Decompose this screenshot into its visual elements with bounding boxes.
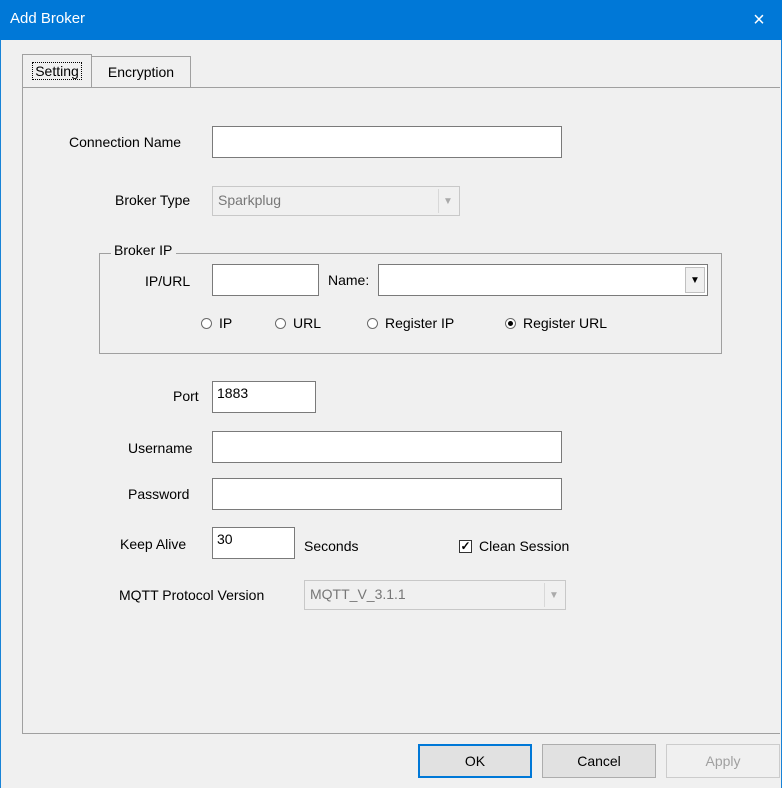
- port-field[interactable]: 1883: [212, 381, 316, 413]
- radio-register-ip[interactable]: Register IP: [367, 315, 454, 331]
- broker-name-select[interactable]: ▼: [378, 264, 708, 296]
- broker-type-value: Sparkplug: [218, 192, 282, 208]
- radio-url-label: URL: [293, 315, 322, 331]
- broker-ip-group-title: Broker IP: [111, 242, 177, 258]
- connection-name-label: Connection Name: [69, 134, 182, 150]
- radio-url[interactable]: URL: [275, 315, 321, 331]
- ip-url-field[interactable]: [212, 264, 319, 296]
- tab-encryption-label: Encryption: [107, 64, 175, 80]
- broker-type-label: Broker Type: [115, 192, 191, 208]
- keep-alive-field[interactable]: 30: [212, 527, 295, 559]
- radio-register-url-circle[interactable]: [505, 317, 516, 329]
- radio-register-url-label: Register URL: [523, 315, 608, 331]
- radio-register-ip-circle[interactable]: [367, 317, 378, 329]
- radio-register-url[interactable]: Register URL: [505, 315, 607, 331]
- clean-session-checkbox[interactable]: ✓ Clean Session: [459, 538, 569, 554]
- chevron-down-icon: ▼: [544, 583, 563, 607]
- radio-ip-circle[interactable]: [201, 317, 212, 329]
- close-icon[interactable]: ×: [736, 0, 782, 40]
- mqtt-version-select: MQTT_V_3.1.1 ▼: [304, 580, 566, 610]
- checkmark-icon[interactable]: ✓: [459, 539, 472, 553]
- port-label: Port: [173, 388, 199, 404]
- radio-ip-label: IP: [219, 315, 233, 331]
- tab-encryption[interactable]: Encryption: [91, 56, 191, 87]
- username-field[interactable]: [212, 431, 562, 463]
- name-label: Name:: [328, 272, 370, 288]
- password-field[interactable]: [212, 478, 562, 510]
- connection-name-field[interactable]: [212, 126, 562, 158]
- mqtt-version-label: MQTT Protocol Version: [119, 587, 265, 603]
- password-label: Password: [128, 486, 190, 502]
- radio-ip[interactable]: IP: [201, 315, 232, 331]
- chevron-down-icon: ▼: [438, 189, 457, 213]
- radio-register-ip-label: Register IP: [385, 315, 455, 331]
- window-title: Add Broker: [10, 10, 86, 27]
- mqtt-version-value: MQTT_V_3.1.1: [310, 586, 406, 602]
- apply-button[interactable]: Apply: [666, 744, 780, 778]
- tab-setting-label: Setting: [32, 62, 82, 80]
- tab-setting[interactable]: Setting: [22, 54, 92, 87]
- keep-alive-label: Keep Alive: [120, 536, 187, 552]
- setting-tab-page: [22, 87, 780, 734]
- cancel-button[interactable]: Cancel: [542, 744, 656, 778]
- ok-button[interactable]: OK: [418, 744, 532, 778]
- chevron-down-icon[interactable]: ▼: [685, 267, 705, 293]
- ip-url-label: IP/URL: [145, 273, 191, 289]
- seconds-label: Seconds: [304, 538, 359, 554]
- radio-url-circle[interactable]: [275, 317, 286, 329]
- broker-type-select: Sparkplug ▼: [212, 186, 460, 216]
- title-bar: Add Broker ×: [0, 0, 782, 40]
- clean-session-label: Clean Session: [479, 538, 570, 554]
- username-label: Username: [128, 440, 193, 456]
